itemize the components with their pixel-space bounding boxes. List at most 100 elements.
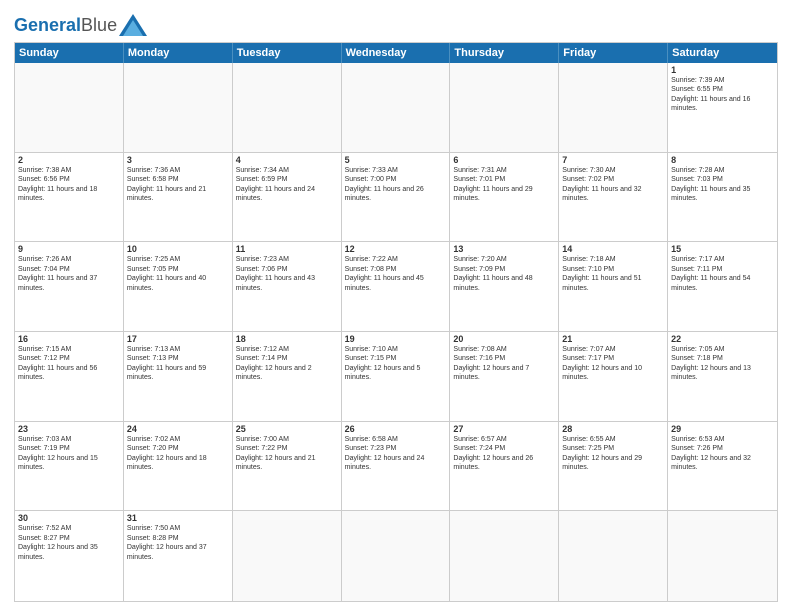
day-number: 12	[345, 244, 447, 254]
day-number: 6	[453, 155, 555, 165]
day-number: 9	[18, 244, 120, 254]
calendar-cell: 14Sunrise: 7:18 AM Sunset: 7:10 PM Dayli…	[559, 242, 668, 331]
day-info: Sunrise: 7:02 AM Sunset: 7:20 PM Dayligh…	[127, 435, 229, 473]
day-info: Sunrise: 7:17 AM Sunset: 7:11 PM Dayligh…	[671, 255, 774, 293]
day-info: Sunrise: 7:18 AM Sunset: 7:10 PM Dayligh…	[562, 255, 664, 293]
header-day-monday: Monday	[124, 43, 233, 63]
calendar-cell: 17Sunrise: 7:13 AM Sunset: 7:13 PM Dayli…	[124, 332, 233, 421]
day-info: Sunrise: 7:28 AM Sunset: 7:03 PM Dayligh…	[671, 166, 774, 204]
calendar-cell	[233, 63, 342, 152]
day-number: 14	[562, 244, 664, 254]
calendar-header: SundayMondayTuesdayWednesdayThursdayFrid…	[15, 43, 777, 63]
calendar: SundayMondayTuesdayWednesdayThursdayFrid…	[14, 42, 778, 602]
day-info: Sunrise: 7:10 AM Sunset: 7:15 PM Dayligh…	[345, 345, 447, 383]
calendar-cell: 10Sunrise: 7:25 AM Sunset: 7:05 PM Dayli…	[124, 242, 233, 331]
calendar-cell: 6Sunrise: 7:31 AM Sunset: 7:01 PM Daylig…	[450, 153, 559, 242]
header-day-thursday: Thursday	[450, 43, 559, 63]
day-info: Sunrise: 7:33 AM Sunset: 7:00 PM Dayligh…	[345, 166, 447, 204]
calendar-cell: 19Sunrise: 7:10 AM Sunset: 7:15 PM Dayli…	[342, 332, 451, 421]
day-info: Sunrise: 7:08 AM Sunset: 7:16 PM Dayligh…	[453, 345, 555, 383]
calendar-page: GeneralBlue SundayMondayTuesdayWednesday…	[0, 0, 792, 612]
calendar-cell: 2Sunrise: 7:38 AM Sunset: 6:56 PM Daylig…	[15, 153, 124, 242]
day-info: Sunrise: 7:15 AM Sunset: 7:12 PM Dayligh…	[18, 345, 120, 383]
day-number: 5	[345, 155, 447, 165]
day-number: 16	[18, 334, 120, 344]
day-number: 21	[562, 334, 664, 344]
logo-text: GeneralBlue	[14, 15, 117, 36]
day-number: 23	[18, 424, 120, 434]
calendar-cell	[342, 511, 451, 601]
calendar-cell: 24Sunrise: 7:02 AM Sunset: 7:20 PM Dayli…	[124, 422, 233, 511]
calendar-cell: 25Sunrise: 7:00 AM Sunset: 7:22 PM Dayli…	[233, 422, 342, 511]
calendar-cell: 21Sunrise: 7:07 AM Sunset: 7:17 PM Dayli…	[559, 332, 668, 421]
calendar-cell: 11Sunrise: 7:23 AM Sunset: 7:06 PM Dayli…	[233, 242, 342, 331]
day-number: 30	[18, 513, 120, 523]
day-info: Sunrise: 7:00 AM Sunset: 7:22 PM Dayligh…	[236, 435, 338, 473]
day-info: Sunrise: 7:36 AM Sunset: 6:58 PM Dayligh…	[127, 166, 229, 204]
calendar-cell: 13Sunrise: 7:20 AM Sunset: 7:09 PM Dayli…	[450, 242, 559, 331]
calendar-cell: 28Sunrise: 6:55 AM Sunset: 7:25 PM Dayli…	[559, 422, 668, 511]
day-number: 15	[671, 244, 774, 254]
day-info: Sunrise: 7:52 AM Sunset: 8:27 PM Dayligh…	[18, 524, 120, 562]
day-number: 24	[127, 424, 229, 434]
day-number: 4	[236, 155, 338, 165]
calendar-body: 1Sunrise: 7:39 AM Sunset: 6:55 PM Daylig…	[15, 63, 777, 601]
calendar-row: 1Sunrise: 7:39 AM Sunset: 6:55 PM Daylig…	[15, 63, 777, 153]
logo: GeneralBlue	[14, 14, 147, 36]
calendar-cell: 12Sunrise: 7:22 AM Sunset: 7:08 PM Dayli…	[342, 242, 451, 331]
logo-icon	[119, 14, 147, 36]
calendar-cell: 7Sunrise: 7:30 AM Sunset: 7:02 PM Daylig…	[559, 153, 668, 242]
calendar-row: 30Sunrise: 7:52 AM Sunset: 8:27 PM Dayli…	[15, 511, 777, 601]
day-info: Sunrise: 7:20 AM Sunset: 7:09 PM Dayligh…	[453, 255, 555, 293]
calendar-cell: 29Sunrise: 6:53 AM Sunset: 7:26 PM Dayli…	[668, 422, 777, 511]
calendar-cell	[342, 63, 451, 152]
day-info: Sunrise: 7:38 AM Sunset: 6:56 PM Dayligh…	[18, 166, 120, 204]
day-number: 26	[345, 424, 447, 434]
day-info: Sunrise: 7:07 AM Sunset: 7:17 PM Dayligh…	[562, 345, 664, 383]
calendar-cell: 3Sunrise: 7:36 AM Sunset: 6:58 PM Daylig…	[124, 153, 233, 242]
day-number: 20	[453, 334, 555, 344]
day-info: Sunrise: 7:50 AM Sunset: 8:28 PM Dayligh…	[127, 524, 229, 562]
calendar-cell	[450, 63, 559, 152]
calendar-cell: 23Sunrise: 7:03 AM Sunset: 7:19 PM Dayli…	[15, 422, 124, 511]
day-number: 31	[127, 513, 229, 523]
day-info: Sunrise: 7:22 AM Sunset: 7:08 PM Dayligh…	[345, 255, 447, 293]
calendar-row: 2Sunrise: 7:38 AM Sunset: 6:56 PM Daylig…	[15, 153, 777, 243]
day-info: Sunrise: 7:25 AM Sunset: 7:05 PM Dayligh…	[127, 255, 229, 293]
calendar-cell: 4Sunrise: 7:34 AM Sunset: 6:59 PM Daylig…	[233, 153, 342, 242]
calendar-cell: 1Sunrise: 7:39 AM Sunset: 6:55 PM Daylig…	[668, 63, 777, 152]
calendar-row: 16Sunrise: 7:15 AM Sunset: 7:12 PM Dayli…	[15, 332, 777, 422]
day-number: 2	[18, 155, 120, 165]
day-info: Sunrise: 6:57 AM Sunset: 7:24 PM Dayligh…	[453, 435, 555, 473]
header-day-sunday: Sunday	[15, 43, 124, 63]
day-info: Sunrise: 7:26 AM Sunset: 7:04 PM Dayligh…	[18, 255, 120, 293]
day-number: 25	[236, 424, 338, 434]
calendar-cell	[668, 511, 777, 601]
calendar-cell: 27Sunrise: 6:57 AM Sunset: 7:24 PM Dayli…	[450, 422, 559, 511]
day-info: Sunrise: 6:55 AM Sunset: 7:25 PM Dayligh…	[562, 435, 664, 473]
day-info: Sunrise: 7:13 AM Sunset: 7:13 PM Dayligh…	[127, 345, 229, 383]
day-number: 1	[671, 65, 774, 75]
day-info: Sunrise: 7:23 AM Sunset: 7:06 PM Dayligh…	[236, 255, 338, 293]
calendar-cell	[233, 511, 342, 601]
day-number: 11	[236, 244, 338, 254]
calendar-cell: 31Sunrise: 7:50 AM Sunset: 8:28 PM Dayli…	[124, 511, 233, 601]
day-number: 3	[127, 155, 229, 165]
calendar-cell	[15, 63, 124, 152]
day-info: Sunrise: 6:58 AM Sunset: 7:23 PM Dayligh…	[345, 435, 447, 473]
header-day-wednesday: Wednesday	[342, 43, 451, 63]
day-number: 7	[562, 155, 664, 165]
day-info: Sunrise: 7:03 AM Sunset: 7:19 PM Dayligh…	[18, 435, 120, 473]
day-number: 19	[345, 334, 447, 344]
calendar-cell: 22Sunrise: 7:05 AM Sunset: 7:18 PM Dayli…	[668, 332, 777, 421]
day-number: 17	[127, 334, 229, 344]
day-info: Sunrise: 7:31 AM Sunset: 7:01 PM Dayligh…	[453, 166, 555, 204]
calendar-cell: 18Sunrise: 7:12 AM Sunset: 7:14 PM Dayli…	[233, 332, 342, 421]
day-info: Sunrise: 7:30 AM Sunset: 7:02 PM Dayligh…	[562, 166, 664, 204]
calendar-cell: 9Sunrise: 7:26 AM Sunset: 7:04 PM Daylig…	[15, 242, 124, 331]
header-day-friday: Friday	[559, 43, 668, 63]
calendar-cell	[559, 511, 668, 601]
calendar-cell	[450, 511, 559, 601]
calendar-cell: 20Sunrise: 7:08 AM Sunset: 7:16 PM Dayli…	[450, 332, 559, 421]
calendar-cell	[559, 63, 668, 152]
